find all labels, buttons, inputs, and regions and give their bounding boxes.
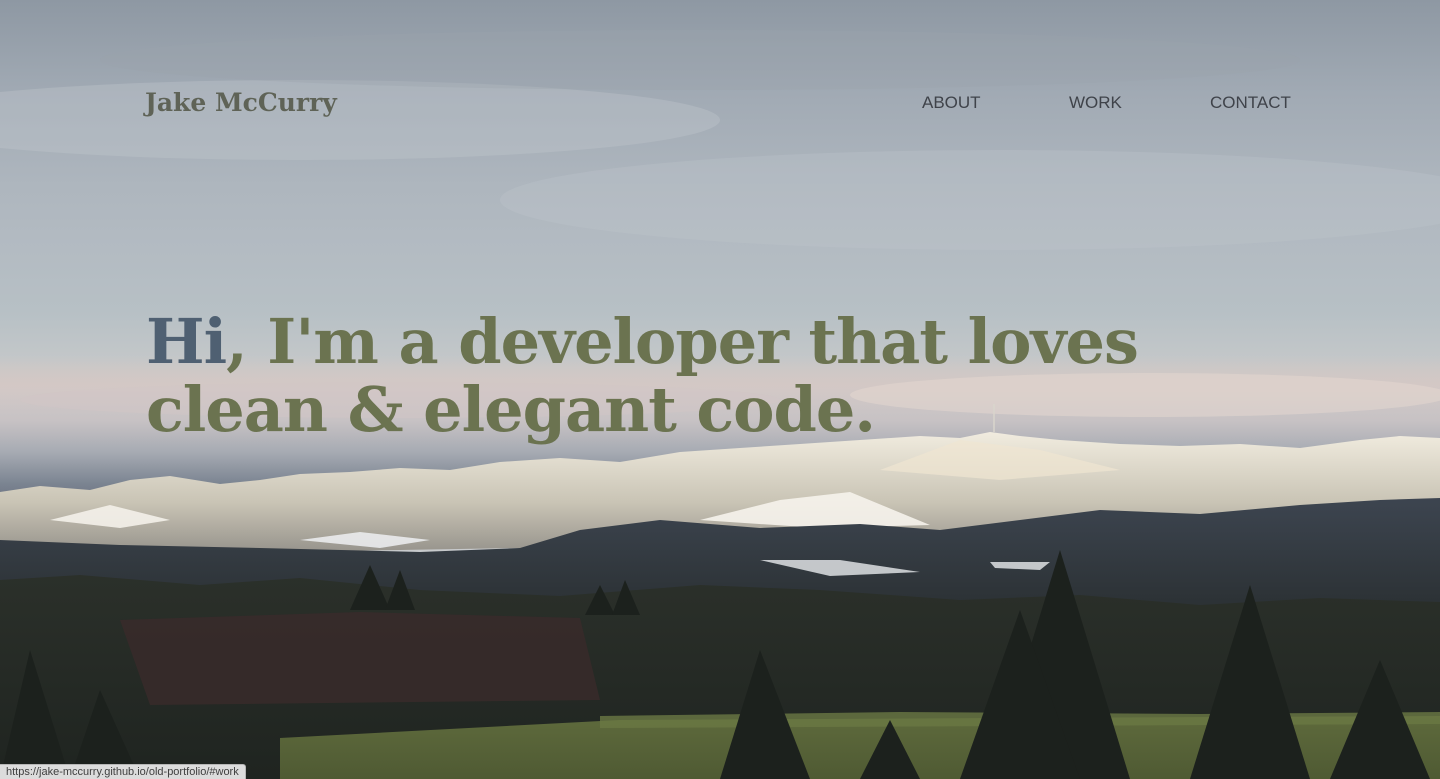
nav-link-about[interactable]: ABOUT bbox=[922, 93, 1069, 113]
headline-highlight: Hi bbox=[146, 304, 227, 378]
browser-status-bar: https://jake-mccurry.github.io/old-portf… bbox=[0, 764, 246, 779]
site-logo[interactable]: Jake McCurry bbox=[145, 88, 337, 117]
headline-line2: clean & elegant code. bbox=[146, 372, 876, 446]
main-nav: ABOUT WORK CONTACT bbox=[922, 93, 1310, 113]
nav-link-work[interactable]: WORK bbox=[1069, 93, 1210, 113]
site-header: Jake McCurry ABOUT WORK CONTACT bbox=[0, 0, 1440, 200]
nav-link-contact[interactable]: CONTACT bbox=[1210, 93, 1310, 113]
hero-section: Jake McCurry ABOUT WORK CONTACT Hi, I'm … bbox=[0, 0, 1440, 779]
headline-line1: , I'm a developer that loves bbox=[226, 304, 1139, 378]
hero-headline: Hi, I'm a developer that loves clean & el… bbox=[146, 304, 1146, 446]
